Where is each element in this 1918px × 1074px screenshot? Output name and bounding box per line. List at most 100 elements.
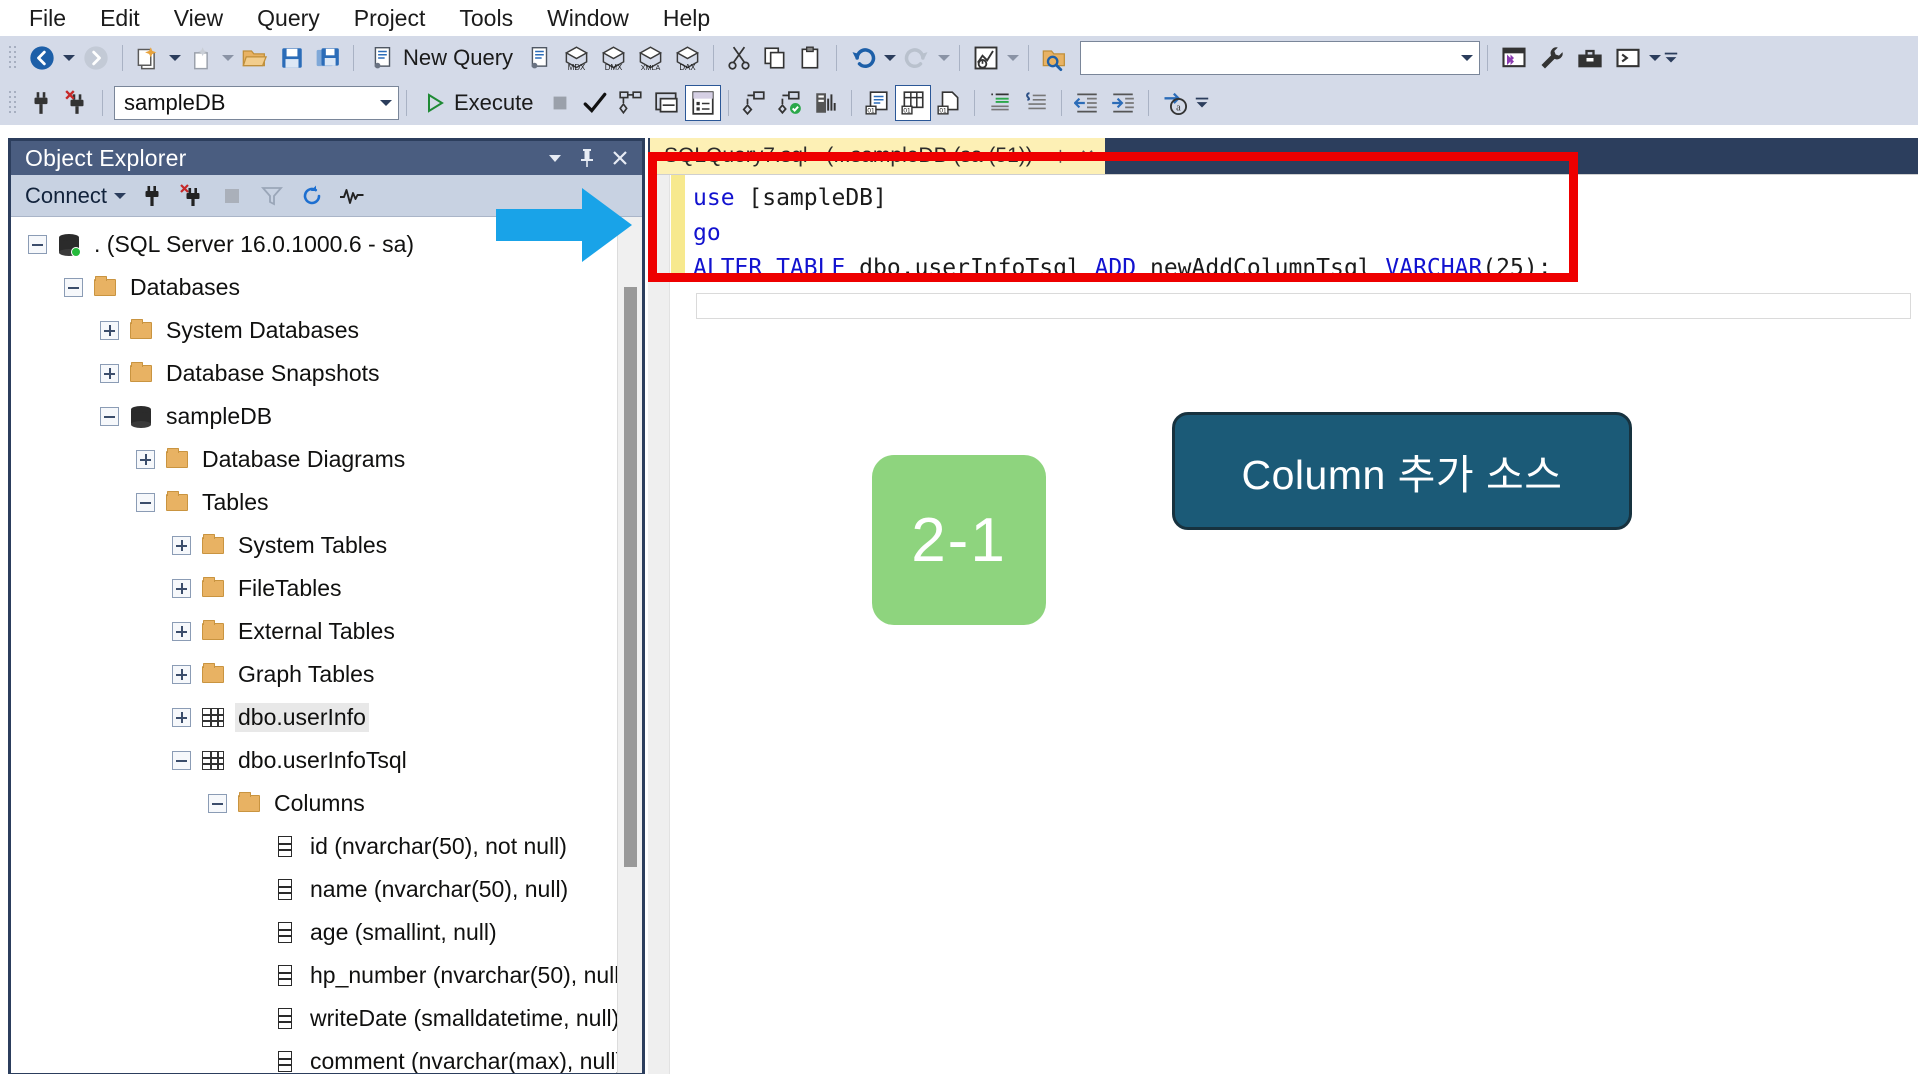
undo-caret-icon[interactable] bbox=[882, 40, 898, 76]
tree-item[interactable]: Graph Tables bbox=[11, 653, 619, 696]
back-arrow-icon[interactable] bbox=[23, 40, 61, 76]
tree-item[interactable]: System Databases bbox=[11, 309, 619, 352]
results-to-text-icon[interactable]: 01 bbox=[859, 85, 895, 121]
expand-plus-icon[interactable] bbox=[97, 319, 121, 343]
new-xmla-query-icon[interactable]: XMLA bbox=[632, 40, 669, 76]
redo-caret-icon[interactable] bbox=[936, 40, 952, 76]
connect-dropdown-button[interactable]: Connect bbox=[11, 183, 132, 209]
tree-item[interactable]: Tables bbox=[11, 481, 619, 524]
tree-item[interactable]: Database Diagrams bbox=[11, 438, 619, 481]
new-project-icon[interactable] bbox=[130, 40, 167, 76]
expand-plus-icon[interactable] bbox=[169, 663, 193, 687]
open-folder-icon[interactable] bbox=[236, 40, 274, 76]
tree-item[interactable]: Database Snapshots bbox=[11, 352, 619, 395]
cut-icon[interactable] bbox=[721, 40, 757, 76]
forward-arrow-icon[interactable] bbox=[77, 40, 115, 76]
database-combo-caret-icon[interactable] bbox=[380, 99, 392, 106]
menu-help[interactable]: Help bbox=[646, 0, 727, 36]
include-actual-plan-icon[interactable] bbox=[736, 85, 772, 121]
expand-plus-icon[interactable] bbox=[133, 448, 157, 472]
collapse-minus-icon[interactable] bbox=[61, 276, 85, 300]
results-to-grid-toggle-icon[interactable] bbox=[684, 84, 721, 121]
connect-icon[interactable] bbox=[23, 85, 59, 121]
tree-item[interactable]: name (nvarchar(50), null) bbox=[11, 868, 619, 911]
tree-item[interactable]: sampleDB bbox=[11, 395, 619, 438]
code-line[interactable]: go bbox=[693, 216, 1552, 251]
collapse-minus-icon[interactable] bbox=[205, 792, 229, 816]
include-client-statistics-icon[interactable] bbox=[808, 85, 844, 121]
toolbox-icon[interactable] bbox=[1571, 40, 1609, 76]
expand-plus-icon[interactable] bbox=[169, 620, 193, 644]
menu-edit[interactable]: Edit bbox=[83, 0, 157, 36]
query-tab[interactable]: SQLQuery7.sql - (...sampleDB (sa (51)) ⊹… bbox=[650, 138, 1105, 174]
menu-project[interactable]: Project bbox=[337, 0, 443, 36]
code-line[interactable]: use [sampleDB] bbox=[693, 181, 1552, 216]
pin-icon[interactable] bbox=[578, 148, 596, 168]
specify-values-icon[interactable]: a bbox=[1156, 85, 1194, 121]
stop-icon[interactable] bbox=[543, 85, 577, 121]
quick-launch-icon[interactable] bbox=[967, 40, 1005, 76]
increase-indent-icon[interactable] bbox=[1105, 85, 1141, 121]
activity-monitor-icon[interactable] bbox=[332, 179, 372, 213]
collapse-minus-icon[interactable] bbox=[169, 749, 193, 773]
results-to-file-icon[interactable]: 01 bbox=[931, 85, 967, 121]
scrollbar-thumb[interactable] bbox=[624, 287, 637, 867]
object-explorer-scrollbar[interactable] bbox=[617, 217, 642, 1073]
display-estimated-plan-icon[interactable] bbox=[613, 85, 649, 121]
collapse-minus-icon[interactable] bbox=[133, 491, 157, 515]
tree-item[interactable]: External Tables bbox=[11, 610, 619, 653]
toolbar-options-icon[interactable] bbox=[1663, 40, 1679, 76]
execute-button[interactable]: Execute bbox=[414, 85, 543, 121]
tree-item[interactable]: Databases bbox=[11, 266, 619, 309]
object-explorer-tree[interactable]: . (SQL Server 16.0.1000.6 - sa) Databases… bbox=[11, 217, 619, 1073]
expand-plus-icon[interactable] bbox=[97, 362, 121, 386]
expand-plus-icon[interactable] bbox=[169, 534, 193, 558]
editor-toolbar-options-icon[interactable] bbox=[1194, 85, 1210, 121]
connect-plug-icon[interactable] bbox=[132, 179, 172, 213]
stop-icon[interactable] bbox=[212, 179, 252, 213]
tree-item[interactable]: comment (nvarchar(max), null) bbox=[11, 1040, 619, 1073]
query-options-icon[interactable] bbox=[649, 85, 685, 121]
terminal-icon[interactable] bbox=[1609, 40, 1647, 76]
tree-item[interactable]: hp_number (nvarchar(50), null) bbox=[11, 954, 619, 997]
new-dmx-query-icon[interactable]: DMX bbox=[595, 40, 632, 76]
results-to-grid-icon[interactable]: 01 bbox=[894, 84, 931, 121]
new-item-caret-icon[interactable] bbox=[220, 40, 236, 76]
tree-item[interactable]: dbo.userInfoTsql bbox=[11, 739, 619, 782]
quick-search-box[interactable] bbox=[1080, 41, 1481, 75]
connect-caret-icon[interactable] bbox=[113, 192, 126, 199]
collapse-minus-icon[interactable] bbox=[25, 233, 49, 257]
disconnect-icon[interactable] bbox=[59, 85, 95, 121]
back-history-caret-icon[interactable] bbox=[61, 40, 77, 76]
new-query-button[interactable]: New Query bbox=[361, 40, 522, 76]
menu-file[interactable]: File bbox=[12, 0, 83, 36]
redo-icon[interactable] bbox=[898, 40, 936, 76]
decrease-indent-icon[interactable] bbox=[1069, 85, 1105, 121]
database-combo[interactable]: sampleDB bbox=[114, 85, 399, 120]
tree-item[interactable]: id (nvarchar(50), not null) bbox=[11, 825, 619, 868]
quick-launch-caret-icon[interactable] bbox=[1005, 40, 1021, 76]
quick-search-caret-icon[interactable] bbox=[1461, 55, 1474, 61]
dropdown-caret-icon[interactable] bbox=[546, 149, 564, 167]
tab-close-icon[interactable]: ✕ bbox=[1080, 146, 1095, 167]
new-mdx-query-icon[interactable]: MDX bbox=[558, 40, 595, 76]
code-line[interactable]: ALTER TABLE dbo.userInfoTsql ADD newAddC… bbox=[693, 251, 1552, 286]
menu-window[interactable]: Window bbox=[530, 0, 646, 36]
paste-icon[interactable] bbox=[793, 40, 829, 76]
visual-studio-window-icon[interactable] bbox=[1495, 40, 1533, 76]
copy-icon[interactable] bbox=[757, 40, 793, 76]
filter-icon[interactable] bbox=[252, 179, 292, 213]
close-icon[interactable] bbox=[610, 148, 630, 168]
tree-item[interactable]: age (smallint, null) bbox=[11, 911, 619, 954]
toolbar-overflow-caret-icon[interactable] bbox=[1647, 40, 1663, 76]
tree-item[interactable]: FileTables bbox=[11, 567, 619, 610]
new-analysis-query-icon[interactable] bbox=[522, 40, 558, 76]
expand-plus-icon[interactable] bbox=[169, 577, 193, 601]
tab-pin-icon[interactable]: ⊹ bbox=[1053, 146, 1068, 167]
refresh-icon[interactable] bbox=[292, 179, 332, 213]
undo-icon[interactable] bbox=[844, 40, 882, 76]
disconnect-plug-icon[interactable] bbox=[172, 179, 212, 213]
menu-tools[interactable]: Tools bbox=[442, 0, 530, 36]
sql-code[interactable]: use [sampleDB] go ALTER TABLE dbo.userInfo… bbox=[693, 175, 1552, 286]
new-project-caret-icon[interactable] bbox=[167, 40, 183, 76]
